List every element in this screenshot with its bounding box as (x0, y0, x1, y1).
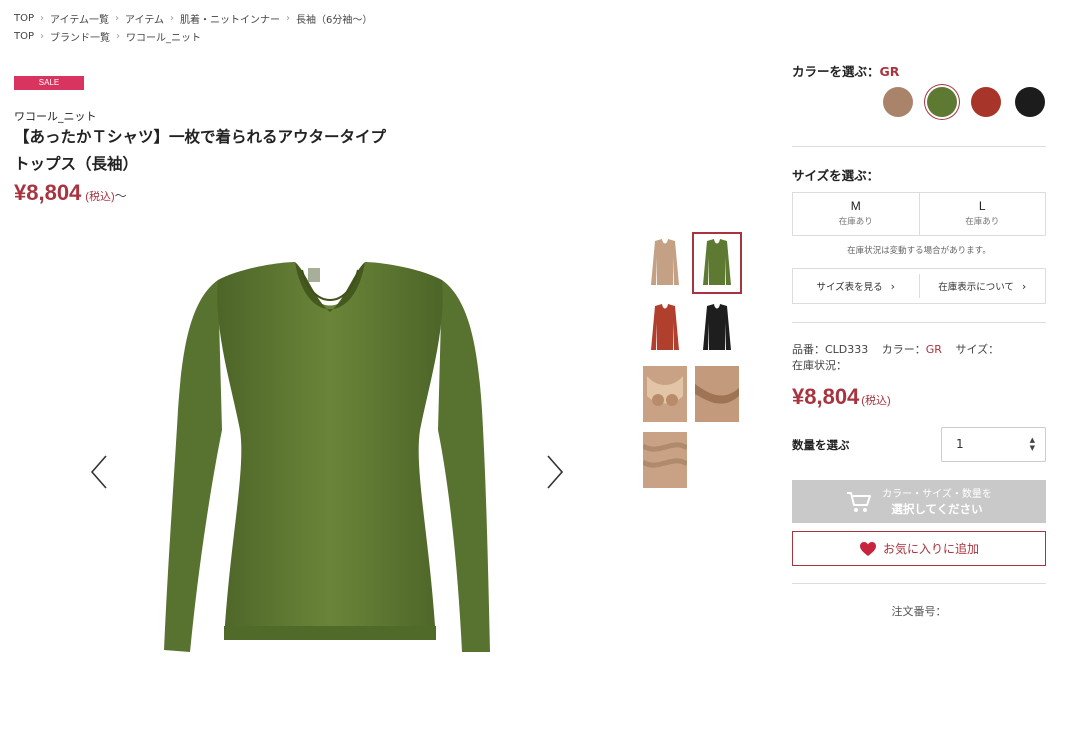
info-stock-label: 在庫状況： (792, 359, 847, 372)
size-chart-link-label: サイズ表を見る (816, 282, 883, 293)
fabric-detail-thumbnail (643, 366, 687, 422)
size-stock-status: 在庫あり (838, 217, 873, 227)
info-color-value: GR (925, 343, 942, 356)
item-no-value: CLD333 (825, 343, 869, 356)
thumbnail-detail-inner[interactable] (643, 366, 687, 422)
breadcrumb-link[interactable]: ワコール_ニット (126, 29, 201, 44)
price-value: ¥8,804 (14, 180, 82, 205)
product-title-line: 【あったかＴシャツ】一枚で着られるアウタータイプ (14, 128, 387, 146)
product-price: ¥8,804 (税込)〜 (14, 180, 127, 206)
green-top-thumbnail (695, 235, 739, 291)
quantity-select[interactable]: 1 ▲ ▼ (941, 427, 1046, 462)
prev-image-button[interactable] (86, 452, 116, 492)
product-title: 【あったかＴシャツ】一枚で着られるアウタータイプ トップス（長袖） (14, 124, 454, 178)
size-stock-status: 在庫あり (965, 217, 1000, 227)
color-swatch-black[interactable] (1015, 87, 1045, 117)
quantity-value: 1 (956, 437, 964, 451)
breadcrumb-category: TOP › アイテム一覧 › アイテム › 肌着・ニットインナー › 長袖（6分… (14, 11, 372, 26)
price-value: ¥8,804 (792, 384, 860, 409)
chevron-right-icon: › (170, 13, 175, 24)
add-to-cart-button[interactable]: カラー・サイズ・数量を 選択してください (792, 480, 1046, 523)
color-swatch-beige[interactable] (883, 87, 913, 117)
tax-label: (税込) (85, 191, 115, 203)
price-suffix: 〜 (114, 189, 127, 203)
selected-price: ¥8,804 (税込) (792, 384, 891, 410)
breadcrumb-link[interactable]: アイテム (125, 11, 164, 26)
breadcrumb-link[interactable]: TOP (14, 31, 34, 42)
color-swatch-green[interactable] (927, 87, 957, 117)
divider (792, 583, 1046, 584)
chevron-right-icon: › (40, 13, 45, 24)
stock-display-link-label: 在庫表示について (938, 282, 1014, 293)
chevron-right-icon: › (286, 13, 291, 24)
thumbnail-detail-fabric[interactable] (641, 432, 689, 488)
size-select-label: サイズを選ぶ： (792, 168, 880, 183)
cart-button-line2: 選択してください (891, 501, 983, 516)
next-image-button[interactable] (540, 452, 570, 492)
favorite-button-label: お気に入りに追加 (882, 542, 979, 556)
order-number-label: 注文番号： (891, 605, 947, 618)
heart-icon (859, 541, 876, 556)
item-no-label: 品番： (792, 343, 825, 356)
divider (792, 146, 1046, 147)
thumbnail-beige[interactable] (643, 235, 687, 291)
stock-display-link[interactable]: 在庫表示について › (918, 274, 1046, 298)
thumbnail-detail-neck[interactable] (695, 366, 739, 422)
chevron-right-icon: › (890, 279, 896, 293)
size-option-m[interactable]: M 在庫あり (793, 193, 919, 235)
size-option-l[interactable]: L 在庫あり (918, 193, 1046, 235)
size-links: サイズ表を見る › 在庫表示について › (792, 268, 1046, 304)
green-top-image (164, 262, 490, 652)
fabric-detail-thumbnail (695, 366, 739, 422)
color-label-text: カラーを選ぶ： (792, 64, 880, 79)
chevron-left-icon (90, 455, 107, 489)
thumbnail-red[interactable] (643, 300, 687, 356)
breadcrumb-link[interactable]: 長袖（6分袖〜） (296, 11, 372, 26)
brand-name[interactable]: ワコール_ニット (14, 108, 97, 124)
breadcrumb-link[interactable]: 肌着・ニットインナー (180, 11, 280, 26)
chevron-right-icon (547, 455, 564, 489)
fabric-detail-thumbnail (641, 432, 689, 488)
red-top-thumbnail (643, 300, 687, 356)
info-color-label: カラー： (881, 343, 926, 356)
cart-button-line1: カラー・サイズ・数量を (882, 488, 992, 500)
breadcrumb-link[interactable]: アイテム一覧 (50, 11, 109, 26)
main-product-image (130, 240, 530, 710)
size-chart-link[interactable]: サイズ表を見る › (793, 279, 919, 294)
product-title-line: トップス（長袖） (14, 155, 139, 173)
divider (792, 322, 1046, 323)
quantity-label: 数量を選ぶ (792, 438, 850, 452)
select-arrows-icon: ▲ ▼ (1029, 436, 1035, 452)
cart-icon (847, 491, 872, 512)
info-size-label: サイズ： (955, 343, 1000, 356)
thumbnail-black[interactable] (695, 300, 739, 356)
chevron-right-icon: › (1021, 279, 1027, 293)
tax-label: (税込) (861, 395, 891, 407)
chevron-right-icon: › (115, 13, 120, 24)
add-to-favorites-button[interactable]: お気に入りに追加 (792, 531, 1046, 566)
breadcrumb-link[interactable]: ブランド一覧 (50, 29, 110, 44)
selected-color-code: GR (879, 64, 900, 79)
size-options: M 在庫あり L 在庫あり (792, 192, 1046, 236)
color-swatch-red[interactable] (971, 87, 1001, 117)
size-name: L (978, 199, 986, 213)
breadcrumb-link[interactable]: TOP (14, 13, 34, 24)
product-info: 品番：CLD333 カラー：GR サイズ： 在庫状況： (792, 342, 999, 374)
chevron-right-icon: › (116, 31, 121, 42)
color-select-label: カラーを選ぶ：GR (792, 61, 1046, 80)
chevron-right-icon: › (40, 31, 45, 42)
cart-button-text: カラー・サイズ・数量を 選択してください (882, 487, 992, 517)
beige-top-thumbnail (643, 235, 687, 291)
thumbnail-green[interactable] (692, 232, 742, 294)
sale-badge: SALE (14, 76, 84, 90)
size-name: M (850, 199, 861, 213)
black-top-thumbnail (695, 300, 739, 356)
breadcrumb-brand: TOP › ブランド一覧 › ワコール_ニット (14, 29, 201, 44)
stock-note: 在庫状況は変動する場合があります。 (847, 246, 991, 256)
